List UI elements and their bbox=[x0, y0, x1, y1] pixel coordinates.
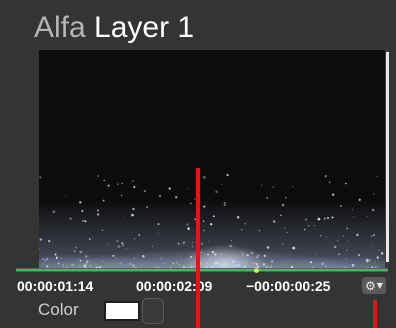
remaining-time: −00:00:00:25 bbox=[246, 278, 331, 294]
preview-viewer[interactable] bbox=[39, 50, 385, 270]
caret-down-icon: ▼ bbox=[376, 280, 383, 290]
color-swatch[interactable] bbox=[104, 301, 140, 321]
gear-icon: ⚙ bbox=[365, 278, 376, 293]
color-label: Color bbox=[38, 300, 79, 319]
scrollbar-thumb[interactable] bbox=[386, 52, 389, 262]
current-time: 00:00:01:14 bbox=[17, 278, 94, 294]
annotation-line bbox=[373, 300, 377, 328]
particle-sparkles bbox=[39, 172, 384, 270]
timeline-marker[interactable] bbox=[254, 268, 259, 273]
settings-dropdown-button[interactable]: ⚙ ▼ bbox=[362, 277, 386, 294]
timeline-progress[interactable] bbox=[16, 269, 388, 271]
annotation-line bbox=[196, 168, 200, 328]
color-picker-button[interactable] bbox=[142, 298, 164, 324]
playhead-time: 00:00:02:09 bbox=[136, 278, 213, 294]
layer-name: Layer 1 bbox=[94, 11, 195, 44]
title-prefix: Alfa bbox=[34, 11, 86, 44]
panel-title: Alfa Layer 1 bbox=[34, 8, 194, 48]
